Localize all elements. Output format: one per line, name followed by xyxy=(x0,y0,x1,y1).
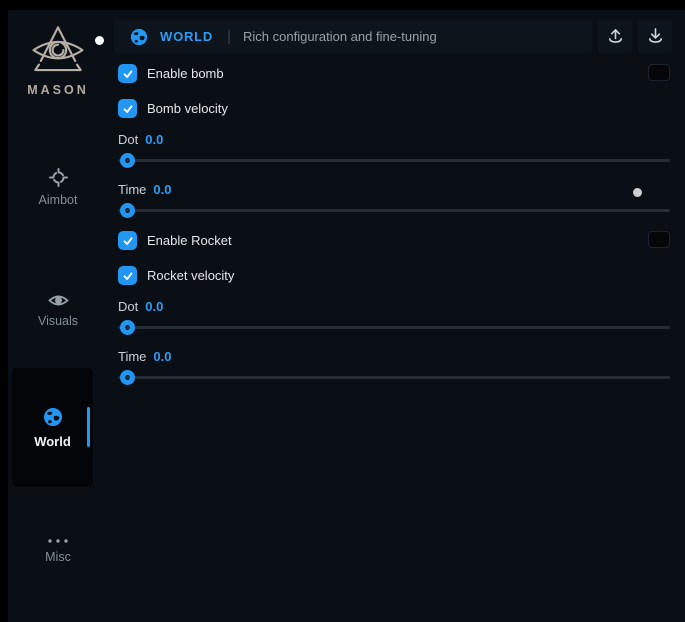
check-icon xyxy=(122,270,134,282)
active-tab-indicator xyxy=(87,407,90,447)
check-icon xyxy=(122,103,134,115)
toggle-label: Bomb velocity xyxy=(147,101,228,116)
slider-label: Dot xyxy=(118,132,138,147)
sidebar-item-visuals[interactable]: Visuals xyxy=(8,293,108,328)
globe-icon xyxy=(130,28,148,46)
download-icon xyxy=(647,27,664,46)
slider-thumb[interactable] xyxy=(120,153,135,168)
header-separator: | xyxy=(227,28,231,45)
cursor-dot xyxy=(633,188,642,197)
slider-thumb[interactable] xyxy=(120,370,135,385)
app-logo: MASON xyxy=(8,24,108,97)
slider-value: 0.0 xyxy=(145,132,163,147)
logo-text: MASON xyxy=(8,83,108,97)
slider-label-row: Time 0.0 xyxy=(118,349,171,364)
slider-label-row: Dot 0.0 xyxy=(118,299,163,314)
eye-icon xyxy=(48,293,69,308)
slider-label-row: Dot 0.0 xyxy=(118,132,163,147)
sidebar-item-label: Visuals xyxy=(38,315,78,328)
enable-rocket-checkbox[interactable] xyxy=(118,231,137,250)
slider-label: Time xyxy=(118,182,146,197)
slider-label: Dot xyxy=(118,299,138,314)
ellipsis-icon xyxy=(47,538,69,544)
check-icon xyxy=(122,235,134,247)
slider-value: 0.0 xyxy=(153,182,171,197)
upload-config-button[interactable] xyxy=(598,20,632,53)
toggle-row: Rocket velocity xyxy=(118,266,234,285)
crosshair-icon xyxy=(49,168,68,187)
header-bar: WORLD | Rich configuration and fine-tuni… xyxy=(114,20,592,53)
sidebar-item-aimbot[interactable]: Aimbot xyxy=(8,168,108,207)
slider-value: 0.0 xyxy=(145,299,163,314)
enable-bomb-checkbox[interactable] xyxy=(118,64,137,83)
bomb-color-swatch[interactable] xyxy=(648,64,670,81)
header-tab-label: WORLD xyxy=(160,29,213,44)
toggle-label: Rocket velocity xyxy=(147,268,234,283)
toggle-label: Enable bomb xyxy=(147,66,224,81)
rocket-color-swatch[interactable] xyxy=(648,231,670,248)
slider-label: Time xyxy=(118,349,146,364)
toggle-row: Bomb velocity xyxy=(118,99,228,118)
toggle-label: Enable Rocket xyxy=(147,233,232,248)
download-config-button[interactable] xyxy=(638,20,672,53)
toggle-row: Enable bomb xyxy=(118,64,224,83)
toggle-row: Enable Rocket xyxy=(118,231,232,250)
rocket-dot-slider[interactable] xyxy=(118,326,670,329)
sidebar-item-label: Aimbot xyxy=(39,194,78,207)
header-subtitle: Rich configuration and fine-tuning xyxy=(243,29,437,44)
slider-thumb[interactable] xyxy=(120,320,135,335)
slider-thumb[interactable] xyxy=(120,203,135,218)
main-panel: MASON Aimbot xyxy=(8,10,685,622)
rocket-time-slider[interactable] xyxy=(118,376,670,379)
slider-label-row: Time 0.0 xyxy=(118,182,171,197)
app-window: MASON Aimbot xyxy=(0,0,685,622)
sidebar-item-label: Misc xyxy=(45,551,71,564)
check-icon xyxy=(122,68,134,80)
eye-pyramid-icon xyxy=(29,24,87,78)
upload-icon xyxy=(607,27,624,46)
globe-icon xyxy=(43,407,63,427)
bomb-velocity-checkbox[interactable] xyxy=(118,99,137,118)
bomb-time-slider[interactable] xyxy=(118,209,670,212)
rocket-velocity-checkbox[interactable] xyxy=(118,266,137,285)
sidebar-item-label: World xyxy=(34,434,71,449)
sidebar: MASON Aimbot xyxy=(8,10,108,622)
bomb-dot-slider[interactable] xyxy=(118,159,670,162)
sidebar-item-world[interactable]: World xyxy=(12,368,93,487)
cursor-dot xyxy=(95,36,104,45)
slider-value: 0.0 xyxy=(153,349,171,364)
sidebar-item-misc[interactable]: Misc xyxy=(8,538,108,564)
header-tab-world[interactable]: WORLD xyxy=(130,28,213,46)
